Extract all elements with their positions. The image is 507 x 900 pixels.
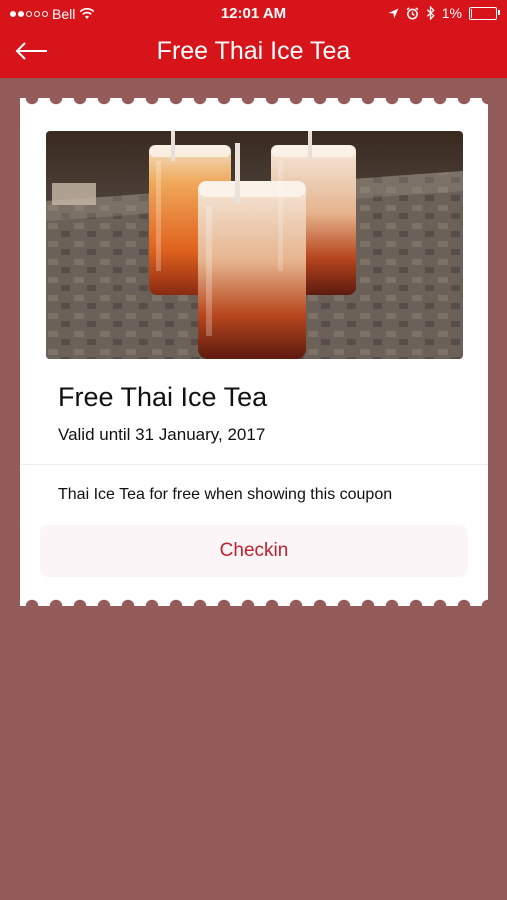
coupon-valid-date: Valid until 31 January, 2017 (58, 425, 266, 444)
divider (20, 464, 488, 465)
top-bar: Bell 12:01 AM 1% Free Thai Ice Tea (0, 0, 507, 78)
coupon-photo (46, 131, 463, 359)
status-bar: Bell 12:01 AM 1% (0, 0, 507, 28)
battery-percent: 1% (441, 5, 462, 21)
status-right: 1% (388, 5, 500, 21)
coupon-description: Thai Ice Tea for free when showing this … (58, 486, 393, 503)
alarm-icon (406, 6, 419, 19)
coupon-title: Free Thai Ice Tea (58, 382, 268, 412)
battery-icon (469, 6, 500, 20)
coupon-card: Free Thai Ice Tea Valid until 31 January… (20, 98, 488, 606)
location-arrow-icon (388, 8, 399, 18)
bluetooth-icon (426, 6, 435, 20)
page-title: Free Thai Ice Tea (156, 37, 351, 65)
checkin-button[interactable]: Checkin (40, 525, 468, 577)
